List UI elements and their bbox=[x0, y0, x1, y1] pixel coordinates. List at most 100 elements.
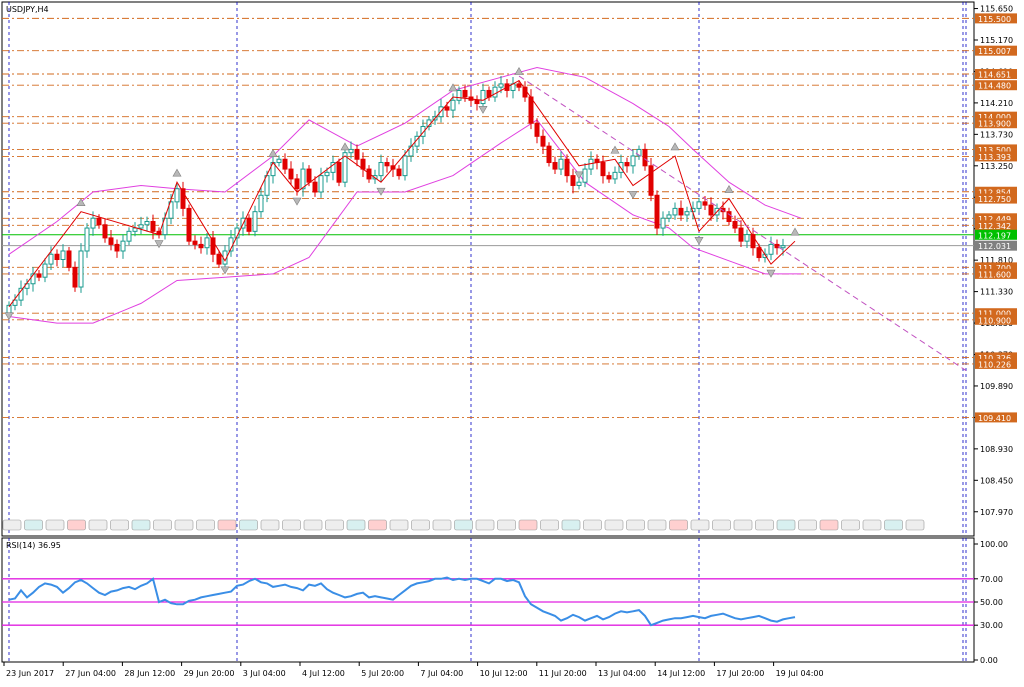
candle-body bbox=[78, 250, 84, 288]
candle-body bbox=[648, 165, 654, 196]
session-time-marker[interactable] bbox=[475, 519, 495, 531]
candle-body bbox=[348, 148, 354, 154]
candle-body bbox=[540, 135, 546, 147]
candle-body bbox=[294, 178, 300, 190]
session-time-marker[interactable] bbox=[669, 519, 688, 531]
session-time-marker[interactable] bbox=[841, 519, 860, 531]
candle-body bbox=[384, 162, 390, 167]
price-tick-label: 108.930 bbox=[980, 445, 1013, 454]
price-tick-label: 113.250 bbox=[980, 162, 1013, 171]
session-time-marker[interactable] bbox=[905, 519, 925, 531]
date-tick-label: 19 Jul 04:00 bbox=[776, 669, 824, 678]
session-time-marker[interactable] bbox=[196, 519, 215, 531]
candle-body bbox=[114, 243, 120, 252]
level-price-label: 112.342 bbox=[978, 222, 1011, 231]
candle-body bbox=[558, 158, 564, 170]
candle-body bbox=[756, 247, 762, 259]
candle-body bbox=[630, 155, 636, 167]
candle-body bbox=[216, 253, 222, 265]
session-time-marker[interactable] bbox=[432, 519, 452, 531]
session-time-marker[interactable] bbox=[540, 519, 559, 531]
session-time-marker[interactable] bbox=[712, 519, 731, 531]
candle-body bbox=[300, 168, 306, 190]
session-time-marker[interactable] bbox=[626, 519, 645, 531]
session-time-marker[interactable] bbox=[110, 519, 129, 531]
candle-body bbox=[732, 220, 738, 229]
candle-body bbox=[744, 234, 750, 242]
session-time-marker[interactable] bbox=[647, 519, 667, 531]
level-price-label: 110.226 bbox=[978, 360, 1011, 369]
session-time-marker[interactable] bbox=[497, 519, 516, 531]
session-time-marker[interactable] bbox=[88, 519, 108, 531]
price-tick-label: 113.730 bbox=[980, 130, 1013, 139]
price-tick-label: 107.970 bbox=[980, 508, 1013, 517]
session-time-marker[interactable] bbox=[67, 519, 86, 531]
candle-body bbox=[282, 158, 288, 170]
session-time-marker[interactable] bbox=[862, 519, 882, 531]
candle-body bbox=[606, 175, 612, 180]
candle-body bbox=[336, 162, 342, 183]
candle-body bbox=[84, 227, 90, 252]
candle-body bbox=[204, 237, 210, 249]
session-time-marker[interactable] bbox=[798, 519, 817, 531]
session-time-marker[interactable] bbox=[690, 519, 710, 531]
session-time-marker[interactable] bbox=[260, 519, 280, 531]
session-time-marker[interactable] bbox=[2, 519, 22, 531]
level-price-label: 110.900 bbox=[978, 316, 1011, 325]
session-time-marker[interactable] bbox=[755, 519, 774, 531]
session-time-marker[interactable] bbox=[282, 519, 301, 531]
chart-window[interactable]: 115.650115.170114.690114.210113.730113.2… bbox=[0, 0, 1024, 683]
session-time-marker[interactable] bbox=[346, 519, 366, 531]
chart-title: USDJPY,H4 bbox=[6, 5, 49, 14]
rsi-tick-label: 70.00 bbox=[980, 575, 1003, 584]
session-time-marker[interactable] bbox=[45, 519, 65, 531]
candle-body bbox=[582, 168, 588, 183]
candle-body bbox=[492, 86, 498, 98]
candle-body bbox=[60, 250, 66, 260]
session-time-marker[interactable] bbox=[411, 519, 430, 531]
session-time-marker[interactable] bbox=[884, 519, 903, 531]
session-time-marker[interactable] bbox=[303, 519, 323, 531]
session-time-marker[interactable] bbox=[217, 519, 237, 531]
session-time-marker[interactable] bbox=[583, 519, 602, 531]
session-time-marker[interactable] bbox=[604, 519, 624, 531]
candle-body bbox=[552, 162, 558, 170]
candle-body bbox=[702, 201, 708, 206]
session-time-marker[interactable] bbox=[24, 519, 43, 531]
session-time-marker[interactable] bbox=[389, 519, 409, 531]
session-time-marker[interactable] bbox=[368, 519, 387, 531]
candle-body bbox=[174, 188, 180, 203]
level-price-label: 115.007 bbox=[978, 47, 1011, 56]
candle-body bbox=[48, 253, 54, 265]
candle-body bbox=[444, 106, 450, 111]
level-price-label: 111.600 bbox=[978, 270, 1011, 279]
session-time-marker[interactable] bbox=[174, 519, 194, 531]
price-tick-label: 111.330 bbox=[980, 288, 1013, 297]
candle-body bbox=[570, 175, 576, 186]
session-time-marker[interactable] bbox=[776, 519, 796, 531]
date-tick-label: 5 Jul 20:00 bbox=[361, 669, 404, 678]
session-time-marker[interactable] bbox=[454, 519, 473, 531]
session-time-marker[interactable] bbox=[131, 519, 151, 531]
candle-body bbox=[324, 171, 330, 177]
session-time-marker[interactable] bbox=[325, 519, 344, 531]
candle-body bbox=[780, 245, 786, 249]
session-time-marker[interactable] bbox=[733, 519, 753, 531]
date-tick-label: 28 Jun 12:00 bbox=[124, 669, 175, 678]
candle-body bbox=[144, 220, 150, 226]
candle-body bbox=[96, 217, 102, 226]
session-time-marker[interactable] bbox=[819, 519, 839, 531]
rsi-tick-label: 30.00 bbox=[980, 621, 1003, 630]
session-time-marker[interactable] bbox=[153, 519, 172, 531]
candle-body bbox=[498, 83, 504, 88]
session-time-marker[interactable] bbox=[518, 519, 538, 531]
candle-body bbox=[258, 194, 264, 213]
chart-canvas[interactable]: 115.650115.170114.690114.210113.730113.2… bbox=[0, 0, 1024, 683]
session-time-marker[interactable] bbox=[561, 519, 581, 531]
candle-body bbox=[576, 181, 582, 186]
candle-body bbox=[276, 158, 282, 164]
date-tick-label: 17 Jul 20:00 bbox=[716, 669, 764, 678]
rsi-title: RSI(14) 36.95 bbox=[6, 541, 61, 550]
candle-body bbox=[120, 240, 126, 252]
session-time-marker[interactable] bbox=[239, 519, 258, 531]
